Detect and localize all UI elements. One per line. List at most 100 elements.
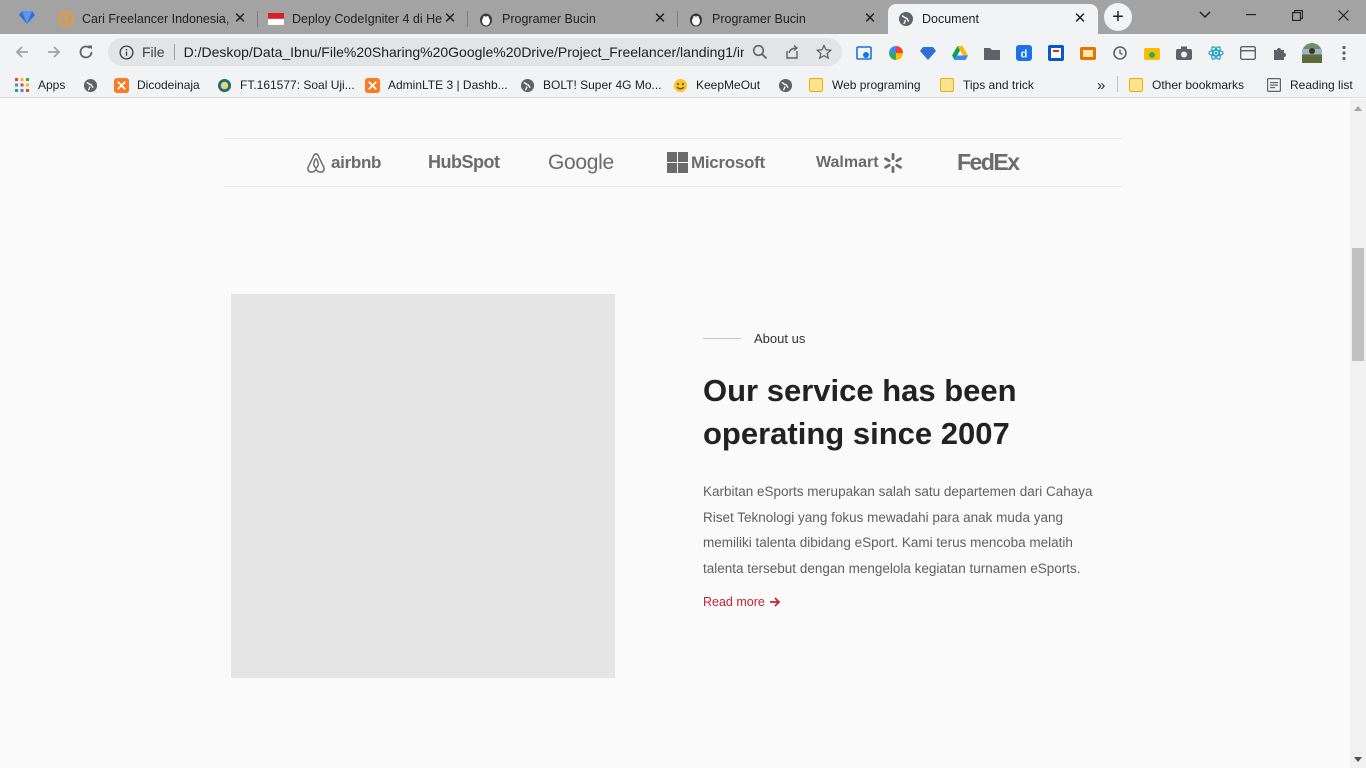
bookmark-folder-tips-and-trick[interactable]: Tips and trick [939, 76, 1034, 94]
tab-document-active[interactable]: Document ✕ [888, 4, 1098, 34]
scroll-up-arrow-icon[interactable] [1354, 106, 1362, 111]
close-icon[interactable]: ✕ [862, 11, 878, 27]
bookmark-label: AdminLTE 3 | Dashb... [388, 78, 508, 92]
bookmark-label: BOLT! Super 4G Mo... [543, 78, 662, 92]
bookmark-adminlte[interactable]: AdminLTE 3 | Dashb... [364, 76, 508, 94]
browser-toolbar: File D:/Deskop/Data_Ibnu/File%20Sharing%… [0, 34, 1366, 70]
bookmark-folder-web-programing[interactable]: Web programing [808, 76, 921, 94]
url-scheme: File [142, 44, 165, 60]
logo-walmart: Walmart [816, 139, 904, 186]
bookmark-globe-2[interactable] [777, 76, 801, 94]
indonesia-flag-icon [268, 11, 284, 27]
logo-microsoft: Microsoft [667, 139, 765, 186]
logo-google: Google [548, 150, 614, 174]
close-icon[interactable]: ✕ [1072, 11, 1088, 27]
new-tab-button[interactable]: + [1104, 3, 1132, 31]
reload-button[interactable] [72, 38, 100, 66]
bookmark-keepmeout[interactable]: KeepMeOut [672, 76, 760, 94]
read-more-label: Read more [703, 595, 765, 609]
forward-button[interactable] [40, 38, 68, 66]
bookmark-ft-soal-uji[interactable]: FT.161577: Soal Uji... [216, 76, 355, 94]
globe-icon [519, 77, 535, 93]
smiley-icon [672, 77, 688, 93]
bookmarks-overflow-chevron-icon[interactable]: » [1097, 76, 1105, 94]
logo-hubspot: HubSpot [428, 152, 500, 172]
bookmark-star-icon[interactable] [815, 43, 833, 65]
info-icon[interactable] [118, 44, 134, 60]
notes-extension-icon[interactable] [1047, 44, 1065, 62]
scrollbar-thumb[interactable] [1352, 248, 1364, 361]
bookmark-label: Other bookmarks [1152, 78, 1245, 92]
seal-icon [216, 77, 232, 93]
eyebrow-divider [703, 338, 741, 339]
tab-title: Programer Bucin [712, 12, 806, 26]
tab-search-chevron-icon[interactable] [1182, 0, 1228, 30]
bookmark-label: KeepMeOut [696, 78, 761, 92]
zoom-search-icon[interactable] [752, 44, 768, 65]
pinned-tab[interactable] [8, 4, 46, 34]
restore-button[interactable] [1274, 0, 1320, 30]
folder-icon [808, 77, 824, 93]
bookmark-bolt[interactable]: BOLT! Super 4G Mo... [519, 76, 662, 94]
bookmark-apps[interactable]: Apps [14, 76, 65, 94]
tab-deploy-codeigniter[interactable]: Deploy CodeIgniter 4 di Heroku ✕ [258, 4, 468, 34]
globe-icon [82, 77, 98, 93]
read-more-link[interactable]: Read more [703, 595, 781, 609]
box-extension-icon[interactable] [1079, 44, 1097, 62]
color-picker-extension-icon[interactable] [887, 44, 905, 62]
d-extension-icon[interactable]: d [1015, 44, 1033, 62]
bookmark-label: Reading list [1290, 78, 1353, 92]
history-extension-icon[interactable] [1111, 44, 1129, 62]
tab-programer-bucin-2[interactable]: Programer Bucin ✕ [678, 4, 888, 34]
svg-text:d: d [1021, 49, 1028, 61]
penguin-icon [478, 11, 494, 27]
close-icon[interactable]: ✕ [232, 11, 248, 27]
close-icon[interactable]: ✕ [652, 11, 668, 27]
reading-list-button[interactable]: Reading list [1266, 76, 1353, 94]
react-devtools-icon[interactable] [1207, 44, 1225, 62]
bookmark-label: Apps [38, 78, 66, 92]
screen-capture-extension-icon[interactable] [855, 44, 873, 62]
logo-fedex: FedEx [957, 149, 1020, 175]
camera-extension-icon[interactable] [1175, 44, 1193, 62]
menu-kebab-icon[interactable] [1335, 44, 1353, 62]
page-viewport: airbnb HubSpot Google Microsoft Walmart [0, 99, 1350, 768]
folder-extension-icon[interactable] [983, 44, 1001, 62]
tab-freelancer[interactable]: Cari Freelancer Indonesia, Proyek ✕ [48, 4, 258, 34]
url-text[interactable]: D:/Deskop/Data_Ibnu/File%20Sharing%20Goo… [184, 44, 744, 60]
google-drive-icon[interactable] [951, 44, 969, 62]
tab-title: Deploy CodeIgniter 4 di Heroku [292, 12, 442, 26]
bookmark-label: Dicodeinaja [137, 78, 200, 92]
extensions-puzzle-icon[interactable] [1271, 44, 1289, 62]
close-window-button[interactable] [1320, 0, 1366, 30]
diamond-app-icon [19, 9, 35, 30]
share-icon[interactable] [784, 44, 800, 65]
tab-title: Programer Bucin [502, 12, 596, 26]
window-extension-icon[interactable] [1239, 44, 1257, 62]
page-scrollbar[interactable] [1350, 99, 1366, 768]
tab-programer-bucin-1[interactable]: Programer Bucin ✕ [468, 4, 678, 34]
close-icon[interactable]: ✕ [442, 11, 458, 27]
reading-list-icon [1266, 77, 1282, 93]
address-bar[interactable]: File D:/Deskop/Data_Ibnu/File%20Sharing%… [108, 38, 842, 66]
diamond-extension-icon[interactable] [919, 44, 937, 62]
folder-yellow-extension-icon[interactable] [1143, 44, 1161, 62]
client-logos-strip: airbnb HubSpot Google Microsoft Walmart [224, 138, 1122, 187]
bookmark-label: FT.161577: Soal Uji... [240, 78, 355, 92]
back-button[interactable] [8, 38, 36, 66]
bookmark-other-bookmarks[interactable]: Other bookmarks [1128, 76, 1244, 94]
about-image-placeholder [231, 294, 615, 678]
bookmark-globe-1[interactable] [82, 76, 106, 94]
eyebrow-label: About us [754, 331, 806, 346]
apps-grid-icon [14, 77, 30, 93]
tab-title: Document [922, 12, 979, 26]
bookmark-dicodeinaja[interactable]: Dicodeinaja [113, 76, 200, 94]
tab-strip: Cari Freelancer Indonesia, Proyek ✕ Depl… [0, 0, 1366, 34]
profile-avatar[interactable] [1302, 43, 1322, 63]
scroll-down-arrow-icon[interactable] [1354, 757, 1362, 762]
projects-logo-icon [58, 11, 74, 27]
arrow-right-icon [769, 596, 781, 608]
xampp-icon [364, 77, 380, 93]
minimize-button[interactable] [1228, 0, 1274, 30]
section-eyebrow: About us [703, 331, 805, 346]
